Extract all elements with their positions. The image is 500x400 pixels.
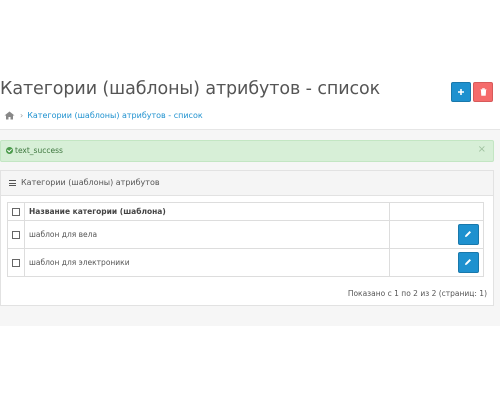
row-actions (389, 248, 484, 277)
plus-icon (457, 86, 465, 99)
select-all-checkbox[interactable] (12, 208, 20, 216)
row-checkbox[interactable] (12, 259, 20, 267)
row-actions (389, 220, 484, 249)
pencil-icon (465, 259, 471, 265)
table-row: шаблон для вела (7, 220, 484, 249)
row-checkbox[interactable] (12, 231, 20, 239)
row-select-cell (7, 248, 25, 277)
table-row: шаблон для электроники (7, 248, 484, 277)
list-panel: Категории (шаблоны) атрибутов Название к… (0, 170, 494, 306)
panel-heading: Категории (шаблоны) атрибутов (1, 171, 493, 196)
check-circle-icon (6, 147, 13, 154)
breadcrumb-separator: › (20, 111, 24, 120)
edit-button[interactable] (458, 252, 479, 273)
add-button[interactable] (451, 82, 471, 102)
alert-text: text_success (15, 146, 63, 155)
pagination-summary: Показано с 1 по 2 из 2 (страниц: 1) (347, 289, 487, 298)
row-select-cell (7, 220, 25, 249)
pencil-icon (465, 231, 471, 237)
categories-table: Название категории (шаблона) шаблон для … (7, 202, 484, 277)
home-icon[interactable] (4, 111, 15, 120)
page-title: Категории (шаблоны) атрибутов - список (0, 79, 381, 99)
select-all-cell (7, 202, 25, 221)
trash-icon (480, 86, 487, 99)
alert-close-button[interactable]: × (478, 144, 486, 155)
column-header-actions (389, 202, 484, 221)
column-header-name[interactable]: Название категории (шаблона) (24, 202, 390, 221)
list-icon (9, 180, 16, 186)
row-name: шаблон для вела (24, 220, 390, 249)
row-name: шаблон для электроники (24, 248, 390, 277)
panel-title: Категории (шаблоны) атрибутов (21, 178, 160, 187)
edit-button[interactable] (458, 224, 479, 245)
success-alert: text_success × (0, 140, 494, 162)
breadcrumb-current-link[interactable]: Категории (шаблоны) атрибутов - список (27, 111, 202, 120)
breadcrumb: › Категории (шаблоны) атрибутов - список (4, 111, 203, 120)
table-header-row: Название категории (шаблона) (7, 202, 484, 221)
delete-button[interactable] (473, 82, 493, 102)
